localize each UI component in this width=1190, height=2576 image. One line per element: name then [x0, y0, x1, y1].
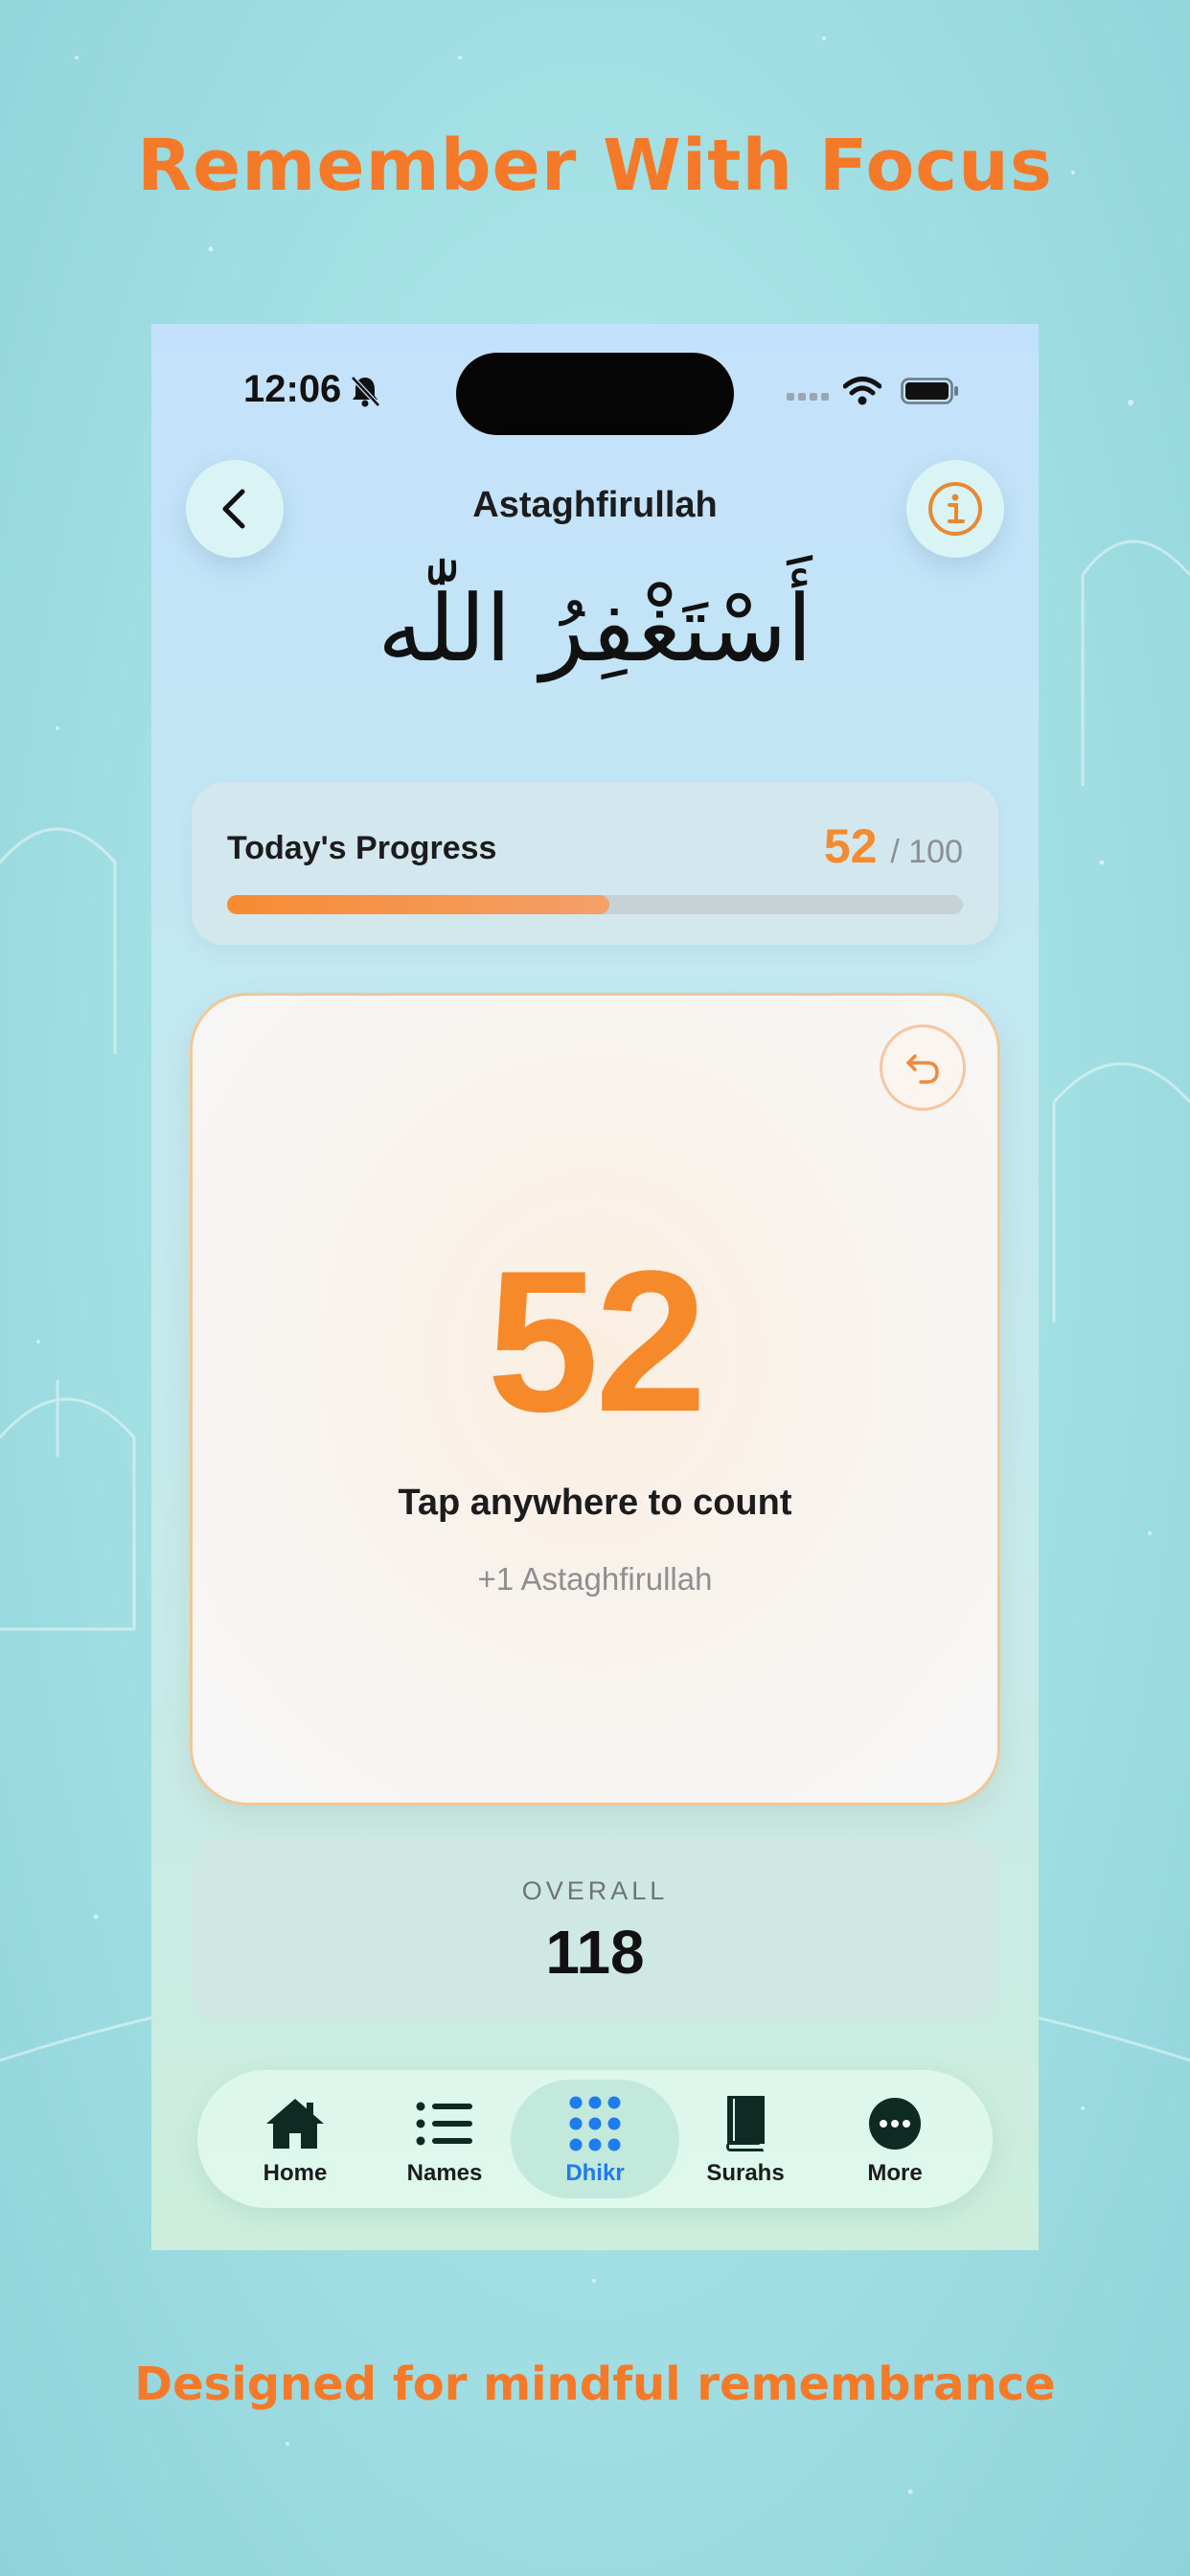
battery-icon — [901, 378, 958, 404]
status-time: 12:06 — [243, 368, 342, 410]
promo-tagline: Designed for mindful remembrance — [134, 2358, 1056, 2411]
progress-label: Today's Progress — [227, 830, 497, 866]
tab-home[interactable]: Home — [211, 2080, 379, 2198]
more-icon — [869, 2098, 921, 2150]
undo-icon — [906, 1054, 939, 1084]
wifi-icon — [843, 377, 881, 405]
progress-count: 52 / 100 — [824, 818, 963, 874]
tab-surahs[interactable]: Surahs — [661, 2080, 830, 2198]
tab-label: Surahs — [706, 2160, 785, 2186]
tab-bar: Home Names Dhikr Surahs More — [197, 2070, 993, 2208]
tab-label: Home — [263, 2160, 328, 2186]
home-icon — [266, 2099, 324, 2149]
info-button[interactable] — [906, 460, 1004, 558]
tab-more[interactable]: More — [811, 2080, 979, 2198]
progress-bar — [227, 895, 963, 914]
book-icon — [725, 2096, 765, 2151]
cellular-signal-icon — [787, 393, 829, 401]
tab-dhikr[interactable]: Dhikr — [511, 2080, 679, 2198]
tab-label: Names — [406, 2160, 483, 2186]
progress-bar-fill — [227, 895, 610, 914]
overall-label: OVERALL — [521, 1876, 669, 1905]
tap-hint: Tap anywhere to count — [398, 1483, 792, 1523]
bell-slash-icon — [351, 376, 380, 407]
arabic-dhikr-text: أَسْتَغْفِرُ اللّٰه — [378, 575, 812, 682]
tab-label: More — [867, 2160, 923, 2186]
overall-count-card: OVERALL 118 — [192, 1838, 998, 2022]
progress-current: 52 — [823, 819, 878, 873]
overall-value: 118 — [545, 1918, 645, 1987]
app-screen: 12:06 Astaghfirullah أَسْتَغْفِرُ اللّٰه… — [151, 324, 1039, 2250]
tab-label: Dhikr — [565, 2160, 625, 2186]
progress-total: / 100 — [890, 834, 963, 870]
promo-headline: Remember With Focus — [137, 125, 1053, 207]
increment-label: +1 Astaghfirullah — [477, 1561, 713, 1597]
list-icon — [416, 2102, 472, 2146]
counter-value: 52 — [487, 1229, 707, 1454]
info-icon — [928, 482, 982, 536]
grid-dots-icon — [569, 2096, 621, 2151]
tap-counter-area[interactable]: 52 Tap anywhere to count +1 Astaghfirull… — [190, 993, 1000, 1806]
tab-names[interactable]: Names — [360, 2080, 529, 2198]
dynamic-island — [456, 353, 734, 435]
reset-button[interactable] — [880, 1024, 966, 1111]
daily-progress-card: Today's Progress 52 / 100 — [192, 782, 998, 945]
